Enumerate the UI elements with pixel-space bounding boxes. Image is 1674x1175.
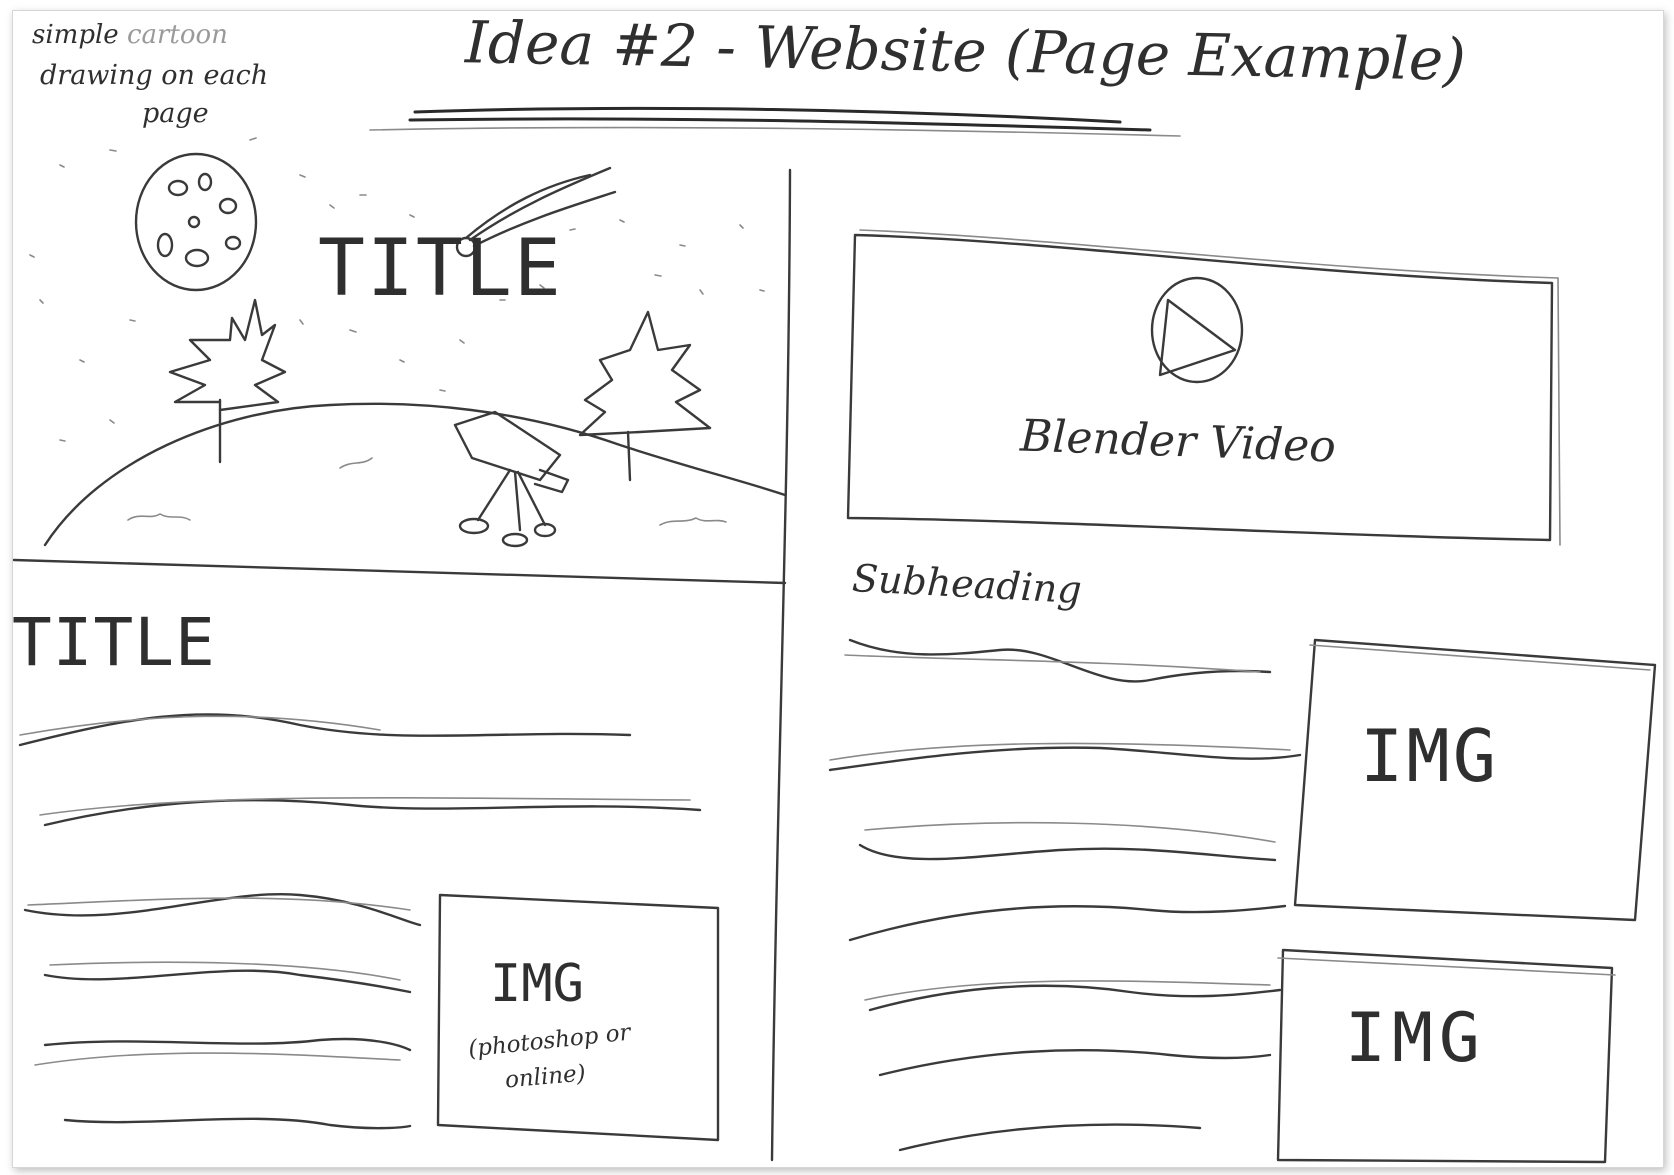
left-image-label: IMG [490,954,584,1014]
grass-mark [339,457,373,469]
hill [43,402,787,547]
right-image-label-1: IMG [1360,714,1500,798]
right-image-frame-1-shadow [1309,644,1651,671]
video-frame [846,233,1554,542]
vertical-divider [770,168,792,1162]
moon-icon [134,152,258,292]
left-column-title: TITLE [12,604,216,681]
annotation-word: simple [32,20,119,50]
hero-title: TITLE [318,224,563,314]
left-image-frame [436,893,720,1142]
left-text-lines [18,713,702,1130]
video-label: Blender Video [1019,410,1337,473]
annotation-word-faint: cartoon [126,20,228,50]
subheading: Subheading [851,556,1083,612]
right-text-lines [828,638,1302,1152]
annotation-line-2: drawing on each [40,60,269,91]
telescope-icon [453,410,570,548]
grass-mark [127,513,191,521]
tree-icon-right [578,310,712,482]
annotation-line-1: simple cartoon [32,22,228,48]
page-heading: Idea #2 - Website (Page Example) [464,8,1467,94]
tree-icon-left [168,298,287,464]
video-frame-shadow [859,229,1561,546]
annotation-line-3: page [142,98,209,129]
grass-mark [659,517,727,526]
right-image-label-2: IMG [1345,999,1486,1078]
hero-bottom-divider [12,558,787,585]
play-icon[interactable] [1150,276,1244,384]
